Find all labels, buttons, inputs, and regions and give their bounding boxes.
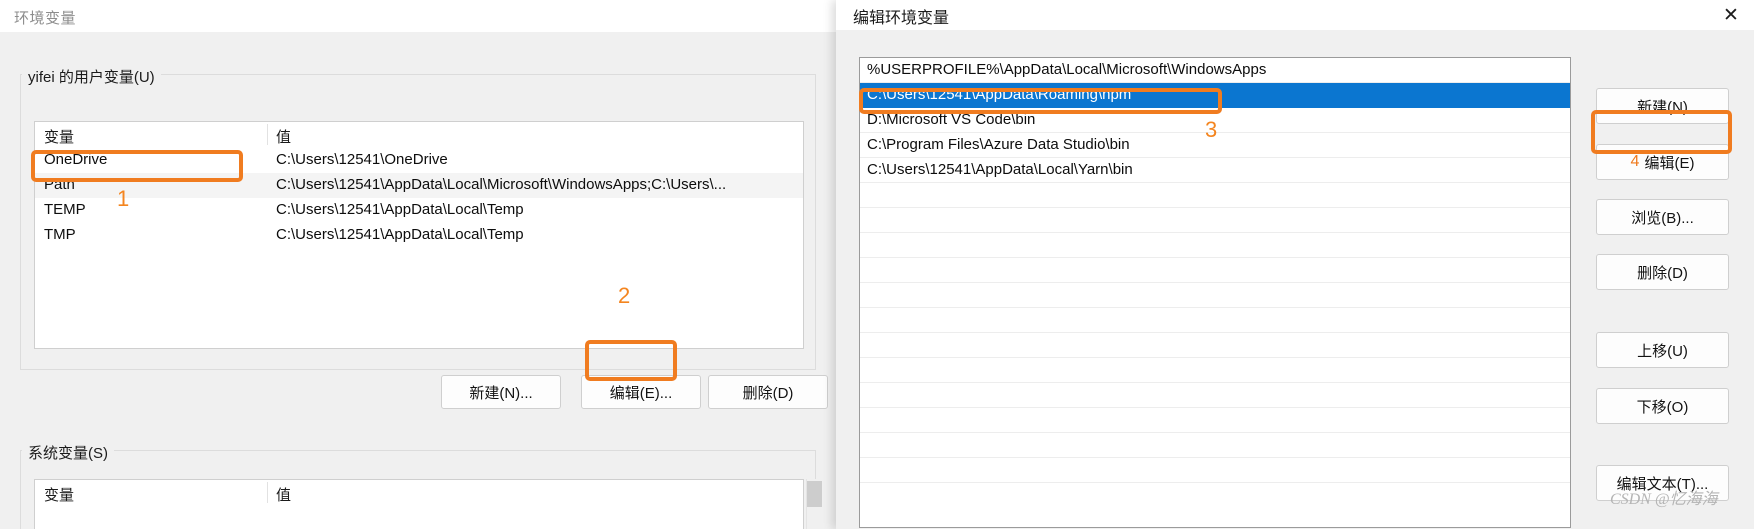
list-item-label: C:\Program Files\Azure Data Studio\bin (867, 136, 1130, 153)
right-window-title: 编辑环境变量 (853, 10, 950, 27)
user-variables-table[interactable]: 变量 值 OneDrive C:\Users\12541\OneDrive Pa… (34, 121, 804, 349)
list-item-empty[interactable] (860, 183, 1570, 208)
edit-button-label: 编辑(E) (1644, 154, 1695, 172)
cell-variable-value: C:\Users\12541\AppData\Local\Temp (276, 201, 524, 218)
move-up-button[interactable]: 上移(U) (1596, 332, 1729, 368)
edit-text-button[interactable]: 编辑文本(T)... (1596, 465, 1729, 501)
left-window-title: 环境变量 (14, 10, 77, 27)
cell-variable-name: OneDrive (44, 151, 108, 168)
list-item[interactable]: C:\Program Files\Azure Data Studio\bin (860, 133, 1570, 158)
edit-button[interactable]: 4 编辑(E) (1596, 144, 1729, 180)
list-item[interactable]: D:\Microsoft VS Code\bin (860, 108, 1570, 133)
cell-variable-name: Path (44, 176, 75, 193)
list-item-label: D:\Microsoft VS Code\bin (867, 111, 1036, 128)
system-variables-table-header: 变量 值 (35, 480, 803, 506)
column-header-value[interactable]: 值 (276, 126, 291, 147)
list-item[interactable]: C:\Users\12541\AppData\Local\Yarn\bin (860, 158, 1570, 183)
column-header-value[interactable]: 值 (276, 484, 291, 505)
user-edit-button[interactable]: 编辑(E)... (581, 375, 701, 409)
path-entries-list[interactable]: %USERPROFILE%\AppData\Local\Microsoft\Wi… (859, 57, 1571, 528)
new-button[interactable]: 新建(N) (1596, 88, 1729, 124)
right-window-body: %USERPROFILE%\AppData\Local\Microsoft\Wi… (836, 30, 1754, 529)
table-row[interactable]: TMP C:\Users\12541\AppData\Local\Temp (35, 223, 803, 248)
column-header-variable[interactable]: 变量 (44, 484, 74, 505)
user-variables-table-header: 变量 值 (35, 122, 803, 148)
screenshot-root: 环境变量 yifei 的用户变量(U) 变量 值 OneDrive C:\Use… (0, 0, 1754, 529)
browse-button[interactable]: 浏览(B)... (1596, 199, 1729, 235)
cell-variable-value: C:\Users\12541\AppData\Local\Microsoft\W… (276, 176, 727, 193)
list-item-empty[interactable] (860, 233, 1570, 258)
list-item-empty[interactable] (860, 333, 1570, 358)
cell-variable-value: C:\Users\12541\OneDrive (276, 151, 448, 168)
user-delete-button[interactable]: 删除(D) (708, 375, 828, 409)
column-divider (267, 124, 268, 145)
list-item-empty[interactable] (860, 258, 1570, 283)
list-item-label: C:\Users\12541\AppData\Roaming\npm (867, 86, 1132, 103)
table-row[interactable]: TEMP C:\Users\12541\AppData\Local\Temp (35, 198, 803, 223)
list-item-empty[interactable] (860, 208, 1570, 233)
list-item-selected[interactable]: C:\Users\12541\AppData\Roaming\npm (860, 83, 1570, 108)
list-item-empty[interactable] (860, 433, 1570, 458)
list-item-empty[interactable] (860, 458, 1570, 483)
delete-button[interactable]: 删除(D) (1596, 254, 1729, 290)
list-item-empty[interactable] (860, 383, 1570, 408)
cell-variable-name: TEMP (44, 201, 86, 218)
system-variables-table[interactable]: 变量 值 (34, 479, 804, 529)
left-window-titlebar: 环境变量 (0, 0, 836, 32)
list-item-label: %USERPROFILE%\AppData\Local\Microsoft\Wi… (867, 61, 1267, 78)
list-item-label: C:\Users\12541\AppData\Local\Yarn\bin (867, 161, 1133, 178)
move-down-button[interactable]: 下移(O) (1596, 388, 1729, 424)
left-window-body: yifei 的用户变量(U) 变量 值 OneDrive C:\Users\12… (0, 32, 836, 529)
list-item[interactable]: %USERPROFILE%\AppData\Local\Microsoft\Wi… (860, 58, 1570, 83)
system-table-scrollbar-thumb[interactable] (807, 481, 822, 507)
list-item-empty[interactable] (860, 283, 1570, 308)
list-item-empty[interactable] (860, 408, 1570, 433)
list-item-empty[interactable] (860, 308, 1570, 333)
system-variables-group-label: 系统变量(S) (22, 442, 114, 463)
step-4-badge: 4 (1630, 153, 1640, 170)
column-divider (267, 482, 268, 503)
right-window-titlebar: 编辑环境变量 ✕ (836, 0, 1754, 30)
user-variables-group-label: yifei 的用户变量(U) (22, 66, 161, 87)
list-item-empty[interactable] (860, 358, 1570, 383)
column-header-variable[interactable]: 变量 (44, 126, 74, 147)
user-new-button[interactable]: 新建(N)... (441, 375, 561, 409)
edit-environment-variable-window: 编辑环境变量 ✕ %USERPROFILE%\AppData\Local\Mic… (836, 0, 1754, 529)
environment-variables-window: 环境变量 yifei 的用户变量(U) 变量 值 OneDrive C:\Use… (0, 0, 836, 529)
table-row[interactable]: OneDrive C:\Users\12541\OneDrive (35, 148, 803, 173)
close-icon[interactable]: ✕ (1708, 0, 1754, 30)
cell-variable-value: C:\Users\12541\AppData\Local\Temp (276, 226, 524, 243)
table-row[interactable]: Path C:\Users\12541\AppData\Local\Micros… (35, 173, 803, 198)
cell-variable-name: TMP (44, 226, 76, 243)
